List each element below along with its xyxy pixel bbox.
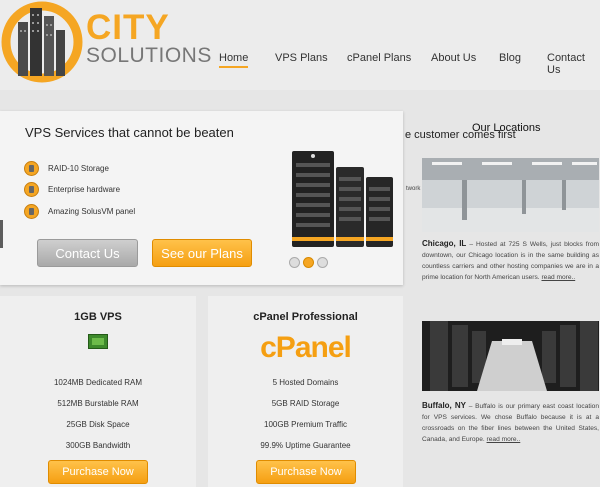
- plan-spec: 300GB Bandwidth: [65, 441, 131, 450]
- plan-spec: 5GB RAID Storage: [271, 399, 340, 408]
- location-buffalo: Buffalo, NY – Buffalo is our primary eas…: [422, 400, 599, 445]
- server-rack-icon: [292, 151, 393, 247]
- read-more-link[interactable]: read more..: [487, 436, 521, 443]
- slide-dot-1[interactable]: [289, 257, 300, 268]
- nav-contact-us[interactable]: Contact Us: [547, 52, 600, 76]
- nav-home[interactable]: Home: [219, 52, 249, 68]
- plan-card-vps: 1GB VPS 1024MB Dedicated RAM 512MB Burst…: [0, 296, 196, 487]
- logo-mark-icon: [1, 1, 83, 83]
- slide-title: VPS Services that cannot be beaten: [25, 125, 234, 140]
- location-city: Buffalo, NY: [422, 401, 466, 410]
- hero-slider: VPS Services that cannot be beaten RAID-…: [0, 111, 403, 285]
- slide-dot-3[interactable]: [317, 257, 328, 268]
- read-more-link[interactable]: read more..: [541, 274, 575, 281]
- purchase-now-button[interactable]: Purchase Now: [48, 460, 148, 484]
- see-plans-button[interactable]: See our Plans: [152, 239, 252, 267]
- feature-item: RAID-10 Storage: [24, 160, 109, 176]
- plan-spec: 5 Hosted Domains: [272, 378, 339, 387]
- feature-label: Enterprise hardware: [48, 184, 121, 194]
- location-city: Chicago, IL: [422, 239, 467, 248]
- chicago-datacenter-image: [422, 158, 599, 232]
- nav-cpanel-plans[interactable]: cPanel Plans: [347, 52, 411, 64]
- plan-card-cpanel: cPanel Professional cPanel 5 Hosted Doma…: [208, 296, 403, 487]
- contact-us-button[interactable]: Contact Us: [37, 239, 138, 267]
- memory-chip-icon: [88, 334, 108, 349]
- nav-vps-plans[interactable]: VPS Plans: [275, 52, 328, 64]
- plan-spec: 25GB Disk Space: [66, 420, 130, 429]
- location-chicago: Chicago, IL – Hosted at 725 S Wells, jus…: [422, 238, 599, 283]
- logo[interactable]: CITY SOLUTIONS: [0, 0, 211, 85]
- server-badge-icon: [24, 160, 39, 176]
- slider-prev-arrow[interactable]: [0, 220, 3, 248]
- site-header: CITY SOLUTIONS Home VPS Plans cPanel Pla…: [0, 0, 600, 90]
- feature-item: Enterprise hardware: [24, 181, 120, 197]
- main-nav: Home VPS Plans cPanel Plans About Us Blo…: [0, 52, 600, 76]
- buffalo-datacenter-image: [422, 321, 599, 391]
- hidden-slide-text: twork: [406, 186, 421, 192]
- slide-dot-2[interactable]: [303, 257, 314, 268]
- plan-spec: 100GB Premium Traffic: [264, 420, 347, 429]
- server-badge-icon: [24, 181, 39, 197]
- cpanel-logo: cPanel: [260, 331, 352, 364]
- feature-item: Amazing SolusVM panel: [24, 203, 135, 219]
- plan-spec: 1024MB Dedicated RAM: [53, 378, 143, 387]
- slider-pagination: [289, 257, 328, 268]
- nav-blog[interactable]: Blog: [499, 52, 521, 64]
- plan-spec: 99.9% Uptime Guarantee: [260, 441, 351, 450]
- feature-label: RAID-10 Storage: [48, 163, 109, 173]
- server-badge-icon: [24, 203, 39, 219]
- plan-spec: 512MB Burstable RAM: [57, 399, 139, 408]
- purchase-now-button[interactable]: Purchase Now: [256, 460, 356, 484]
- feature-label: Amazing SolusVM panel: [48, 206, 136, 216]
- logo-word-city: CITY: [86, 8, 170, 47]
- nav-about-us[interactable]: About Us: [431, 52, 476, 64]
- plan-title: cPanel Professional: [253, 311, 358, 323]
- plan-title: 1GB VPS: [74, 311, 122, 323]
- locations-heading: Our Locations: [472, 122, 541, 134]
